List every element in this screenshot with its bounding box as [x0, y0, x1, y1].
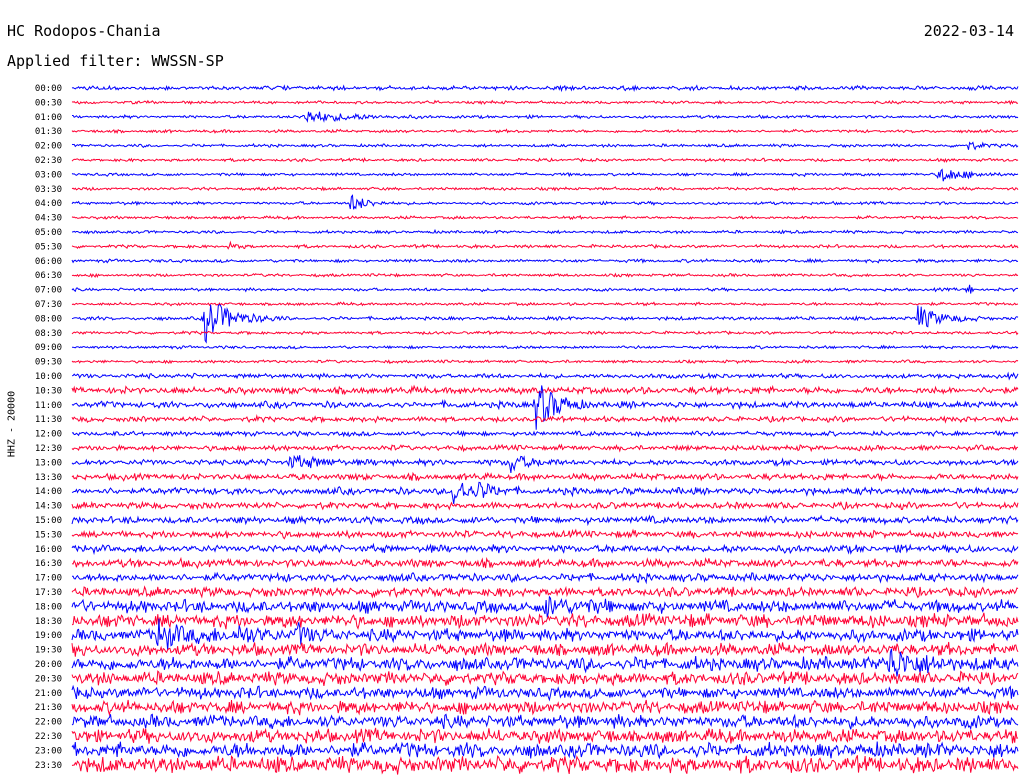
row-time-label: 07:30 [35, 300, 62, 310]
trace-0230 [71, 157, 1019, 163]
trace-0100 [72, 111, 1019, 123]
row-time-label: 16:00 [35, 545, 62, 555]
row-time-label: 02:30 [35, 156, 62, 166]
row-time-label: 03:00 [35, 170, 62, 180]
row-time-label: 16:30 [35, 559, 62, 569]
row-time-label: 05:30 [35, 242, 62, 252]
trace-2330 [71, 755, 1019, 775]
row-time-label: 08:30 [35, 329, 62, 339]
trace-0530 [71, 240, 1019, 250]
trace-group [71, 84, 1019, 775]
trace-2100 [71, 684, 1019, 702]
trace-2300 [71, 741, 1019, 760]
row-time-label: 23:00 [35, 746, 62, 756]
trace-1430 [71, 500, 1019, 511]
trace-2230 [71, 727, 1019, 744]
row-time-label: 23:30 [35, 761, 62, 771]
row-time-label: 07:00 [35, 286, 62, 296]
row-time-label: 10:30 [35, 386, 62, 396]
row-time-label: 14:30 [35, 502, 62, 512]
row-time-label: 12:00 [35, 430, 62, 440]
trace-0200 [71, 141, 1019, 151]
row-time-label: 08:00 [35, 314, 62, 324]
row-time-label: 19:30 [35, 646, 62, 656]
trace-0400 [71, 194, 1019, 210]
row-time-label: 22:00 [35, 718, 62, 728]
row-time-label: 03:30 [35, 185, 62, 195]
trace-0730 [71, 301, 1019, 307]
row-time-label: 19:00 [35, 631, 62, 641]
row-time-label: 18:30 [35, 617, 62, 627]
trace-0000 [71, 84, 1019, 93]
row-time-label: 20:00 [35, 660, 62, 670]
row-time-label: 01:30 [35, 127, 62, 137]
row-time-label: 02:00 [35, 142, 62, 152]
trace-0430 [71, 214, 1019, 221]
trace-1800 [71, 595, 1019, 618]
trace-1300 [71, 454, 1019, 473]
row-time-label: 17:30 [35, 588, 62, 598]
row-time-label: 20:30 [35, 674, 62, 684]
trace-1530 [71, 528, 1019, 540]
trace-1330 [71, 471, 1019, 483]
row-time-label: 00:30 [35, 98, 62, 108]
row-time-label: 04:00 [35, 199, 62, 209]
row-time-label: 09:00 [35, 343, 62, 353]
row-time-label: 18:00 [35, 602, 62, 612]
trace-0500 [71, 228, 1019, 235]
trace-0900 [71, 344, 1019, 350]
trace-0630 [71, 272, 1019, 279]
row-time-label: 11:30 [35, 415, 62, 425]
trace-0130 [71, 128, 1019, 135]
trace-0300 [71, 168, 1019, 182]
trace-1730 [71, 585, 1019, 599]
row-time-label: 22:30 [35, 732, 62, 742]
trace-2130 [71, 699, 1019, 717]
trace-1500 [71, 514, 1019, 527]
trace-1700 [72, 571, 1019, 585]
trace-2200 [71, 713, 1019, 731]
row-time-label: 15:00 [35, 516, 62, 526]
trace-0700 [71, 284, 1019, 294]
row-time-label: 15:30 [35, 530, 62, 540]
trace-1400 [71, 481, 1019, 504]
row-time-label: 21:00 [35, 689, 62, 699]
row-time-label: 13:30 [35, 473, 62, 483]
row-time-label: 12:30 [35, 444, 62, 454]
row-time-label: 04:30 [35, 214, 62, 224]
trace-0600 [71, 257, 1019, 264]
trace-0830 [71, 330, 1019, 336]
row-time-label: 06:00 [35, 257, 62, 267]
row-time-label: 06:30 [35, 271, 62, 281]
trace-0930 [71, 358, 1019, 365]
row-time-label: 00:00 [35, 84, 62, 94]
row-time-label: 11:00 [35, 401, 62, 411]
trace-1830 [71, 612, 1019, 630]
trace-1600 [71, 542, 1019, 556]
helicorder-plot: 00:00 00:30 01:00 01:30 02:00 02:30 03:00 03:30… [35, 84, 1019, 775]
trace-1930 [71, 641, 1019, 658]
trace-1000 [71, 371, 1019, 381]
row-time-label: 10:00 [35, 372, 62, 382]
trace-0800 [71, 303, 1019, 344]
row-time-label: 05:00 [35, 228, 62, 238]
trace-2030 [71, 670, 1019, 687]
trace-1200 [71, 429, 1019, 438]
trace-0330 [71, 185, 1019, 192]
trace-0030 [71, 99, 1019, 106]
row-time-label: 13:00 [35, 458, 62, 468]
row-time-label: 17:00 [35, 574, 62, 584]
row-time-label: 14:00 [35, 487, 62, 497]
row-time-label: 21:30 [35, 703, 62, 713]
trace-1230 [71, 443, 1019, 453]
trace-1030 [71, 384, 1019, 396]
row-time-label: 09:30 [35, 358, 62, 368]
row-time-label: 01:00 [35, 113, 62, 123]
trace-1630 [71, 556, 1019, 570]
tick-label-group: 00:00 00:30 01:00 01:30 02:00 02:30 03:00 03:30… [35, 84, 62, 771]
trace-1100 [71, 385, 1019, 430]
